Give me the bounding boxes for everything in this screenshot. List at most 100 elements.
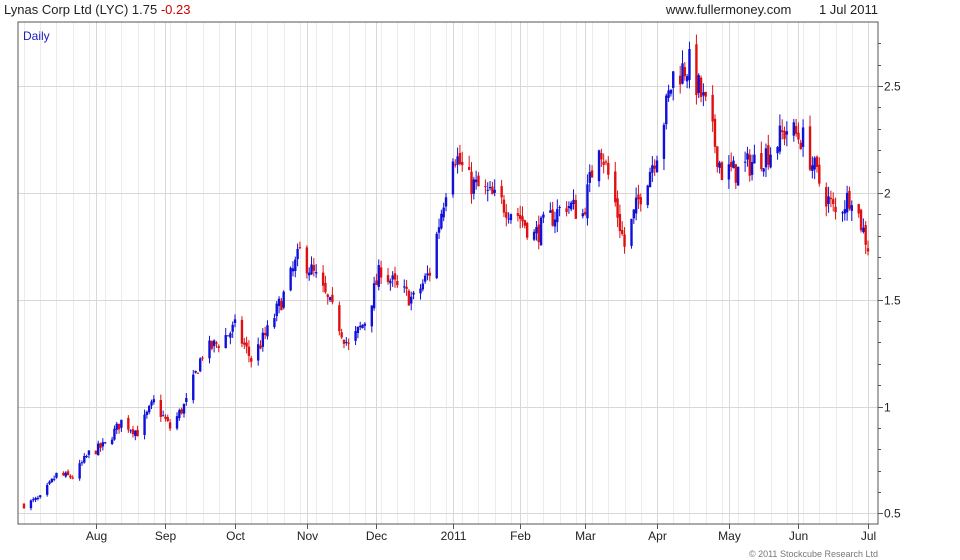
candle-body [307,272,311,276]
candle-body [375,280,378,285]
candle-body [96,443,100,456]
candle-body [685,76,689,82]
candle-body [291,268,295,272]
candle-body [672,71,675,88]
candle-body [505,212,508,218]
candle-body [403,286,406,288]
candle-body [289,267,292,291]
candle-body [792,122,796,136]
candle-body [161,415,165,417]
candle-body [590,170,594,178]
candle-body [829,197,833,200]
x-tick-label: May [718,529,741,543]
candle-body [720,162,724,181]
candle-body [736,166,740,186]
candle-body [850,205,853,211]
candle-body [231,324,234,332]
candle-body [699,77,703,97]
candle-body [797,132,800,140]
candle-body [637,194,640,200]
candle-body [748,154,751,176]
candle-body [71,477,74,479]
candle-body [152,399,156,403]
candle-body [243,342,246,345]
candle-body [247,346,251,356]
candle-body [532,231,536,240]
candle-body [653,165,656,169]
candle-body [600,152,603,160]
candle-body [799,142,802,150]
candle-body [66,471,70,475]
candle-body [607,162,610,175]
candle-body [426,273,429,276]
candle-body [226,335,230,337]
candle-body [164,416,167,419]
candle-body [217,346,220,348]
candle-body [639,197,642,205]
candle-body [296,248,299,260]
candle-body [423,275,427,282]
candle-body [113,428,116,440]
candle-body [604,161,608,163]
candle-body [454,164,457,166]
candle-body [196,372,200,374]
candle-body [324,282,327,293]
candle-body [716,146,719,167]
candle-body [862,227,865,232]
candle-body [769,154,772,168]
candle-body [83,456,86,463]
candle-body [655,160,659,173]
candle-body [549,210,552,213]
candle-body [87,450,91,455]
candle-body [261,332,265,347]
candle-body [99,443,102,448]
candle-body [781,130,784,132]
x-tick-label: Jul [861,529,876,543]
candle-body [419,288,422,294]
candle-body [711,94,714,122]
x-tick-label: Mar [575,529,596,543]
candle-body [259,345,262,349]
candle-body [665,95,668,125]
candle-body [145,411,149,416]
candle-body [386,275,390,282]
candle-body [201,357,204,359]
candle-body [456,156,459,165]
candle-body [50,478,54,483]
candle-body [713,118,717,147]
candle-body [474,179,478,183]
candle-body [110,439,114,444]
candle-body [678,75,682,85]
candle-body [275,303,278,317]
candle-body [632,209,636,219]
interval-label: Daily [23,29,50,43]
candle-body [377,265,380,287]
candle-body [354,331,357,341]
candle-body [702,92,705,96]
candle-body [832,199,835,205]
candle-body [834,206,837,213]
candle-body [727,164,731,180]
candle-body [767,145,770,165]
candle-body [393,273,397,280]
candle-body [818,164,821,184]
candle-body [743,161,747,163]
candle-body [389,280,392,284]
candle-body [683,67,687,77]
candle-body [697,75,700,94]
plot-frame [17,21,879,525]
candle-body [841,212,844,214]
candle-body [103,442,107,444]
candle-body [32,499,35,501]
candle-body [523,220,527,226]
candle-body [379,267,383,278]
candle-body [623,234,626,247]
candle-body [444,197,448,207]
candle-body [551,209,554,226]
candle-body [326,294,329,298]
candle-body [361,324,364,329]
candle-body [442,207,445,218]
axis-ticks: Aug Sep Oct Nov Dec 2011 Feb Mar Apr May Jun Jul 0.5… [86,43,901,543]
candle-body [192,374,195,401]
candle-body [175,416,179,429]
